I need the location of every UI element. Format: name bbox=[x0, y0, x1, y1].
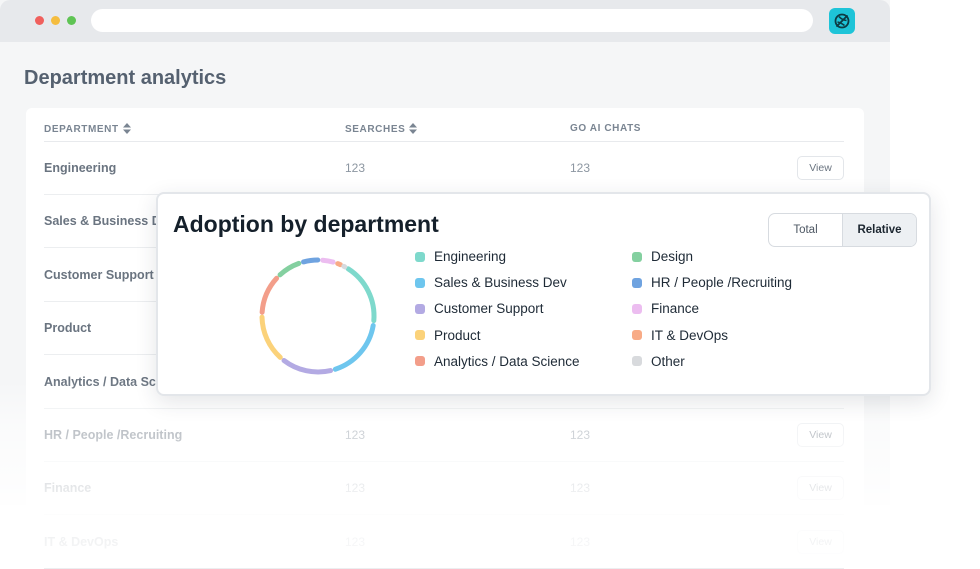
legend-label: Product bbox=[434, 328, 481, 343]
donut-segment-hr-people-recruiting bbox=[304, 260, 318, 262]
legend-item: Finance bbox=[632, 301, 699, 316]
column-header-label: SEARCHES bbox=[345, 124, 405, 135]
legend-swatch bbox=[632, 278, 642, 288]
department-name: Product bbox=[44, 302, 91, 355]
legend-item: Design bbox=[632, 249, 693, 264]
toggle-total[interactable]: Total bbox=[769, 214, 842, 246]
table-row: IT & DevOps 123 123 View bbox=[44, 516, 844, 569]
minimize-window-button[interactable] bbox=[51, 16, 60, 25]
view-button[interactable]: View bbox=[797, 423, 844, 447]
legend-label: Finance bbox=[651, 301, 699, 316]
chats-count: 123 bbox=[570, 142, 590, 195]
maximize-window-button[interactable] bbox=[67, 16, 76, 25]
donut-segment-it-devops bbox=[338, 264, 341, 265]
address-bar[interactable] bbox=[91, 9, 813, 32]
legend-label: IT & DevOps bbox=[651, 328, 728, 343]
close-window-button[interactable] bbox=[35, 16, 44, 25]
toggle-relative[interactable]: Relative bbox=[842, 214, 916, 246]
searches-count: 123 bbox=[345, 516, 365, 569]
donut-chart bbox=[254, 252, 382, 380]
department-name: IT & DevOps bbox=[44, 516, 118, 569]
legend-swatch bbox=[415, 330, 425, 340]
legend-swatch bbox=[632, 330, 642, 340]
legend-label: Other bbox=[651, 354, 685, 369]
legend-item: Customer Support bbox=[415, 301, 544, 316]
donut-segment-analytics-data-science bbox=[262, 278, 276, 312]
legend-swatch bbox=[632, 252, 642, 262]
sort-icon[interactable] bbox=[409, 123, 417, 136]
legend-label: Customer Support bbox=[434, 301, 544, 316]
view-button[interactable]: View bbox=[797, 156, 844, 180]
donut-segment-product bbox=[262, 317, 280, 357]
browser-toolbar bbox=[0, 0, 890, 42]
legend-item: Sales & Business Dev bbox=[415, 275, 567, 290]
department-name: HR / People /Recruiting bbox=[44, 409, 182, 462]
legend-swatch bbox=[415, 252, 425, 262]
legend-label: Design bbox=[651, 249, 693, 264]
donut-segment-finance bbox=[323, 260, 333, 262]
legend-swatch bbox=[415, 278, 425, 288]
column-header-label: DEPARTMENT bbox=[44, 124, 119, 135]
searches-count: 123 bbox=[345, 142, 365, 195]
column-header-label: GO AI CHATS bbox=[570, 123, 641, 134]
legend-label: Sales & Business Dev bbox=[434, 275, 567, 290]
card-title: Adoption by department bbox=[173, 211, 439, 238]
adoption-card: Adoption by department Total Relative En… bbox=[156, 192, 931, 396]
legend-swatch bbox=[632, 304, 642, 314]
chats-count: 123 bbox=[570, 409, 590, 462]
total-relative-toggle[interactable]: Total Relative bbox=[768, 213, 917, 247]
legend-item: IT & DevOps bbox=[632, 328, 728, 343]
legend-swatch bbox=[415, 356, 425, 366]
sort-icon[interactable] bbox=[123, 123, 131, 136]
chats-count: 123 bbox=[570, 462, 590, 515]
view-button[interactable]: View bbox=[797, 476, 844, 500]
legend-swatch bbox=[632, 356, 642, 366]
view-button[interactable]: View bbox=[797, 530, 844, 554]
column-header-go-ai-chats: GO AI CHATS bbox=[570, 123, 641, 134]
column-header-department[interactable]: DEPARTMENT bbox=[44, 123, 131, 136]
donut-segment-engineering bbox=[348, 269, 374, 321]
table-row: HR / People /Recruiting 123 123 View bbox=[44, 409, 844, 462]
aperture-icon[interactable] bbox=[829, 8, 855, 34]
legend-item: Analytics / Data Science bbox=[415, 354, 580, 369]
chats-count: 123 bbox=[570, 516, 590, 569]
legend-label: HR / People /Recruiting bbox=[651, 275, 792, 290]
donut-segment-customer-support bbox=[284, 360, 331, 372]
legend-label: Analytics / Data Science bbox=[434, 354, 580, 369]
searches-count: 123 bbox=[345, 409, 365, 462]
legend-item: HR / People /Recruiting bbox=[632, 275, 792, 290]
department-name: Customer Support bbox=[44, 249, 154, 302]
legend-item: Other bbox=[632, 354, 685, 369]
legend-label: Engineering bbox=[434, 249, 506, 264]
department-name: Engineering bbox=[44, 142, 116, 195]
donut-segment-design bbox=[280, 263, 299, 274]
table-row: Engineering 123 123 View bbox=[44, 142, 844, 195]
legend-item: Product bbox=[415, 328, 481, 343]
legend-swatch bbox=[415, 304, 425, 314]
page-title: Department analytics bbox=[24, 67, 226, 90]
table-row: Finance 123 123 View bbox=[44, 462, 844, 515]
department-name: Finance bbox=[44, 462, 91, 515]
donut-segment-sales-business-dev bbox=[335, 325, 373, 369]
searches-count: 123 bbox=[345, 462, 365, 515]
column-header-searches[interactable]: SEARCHES bbox=[345, 123, 417, 136]
legend-item: Engineering bbox=[415, 249, 506, 264]
